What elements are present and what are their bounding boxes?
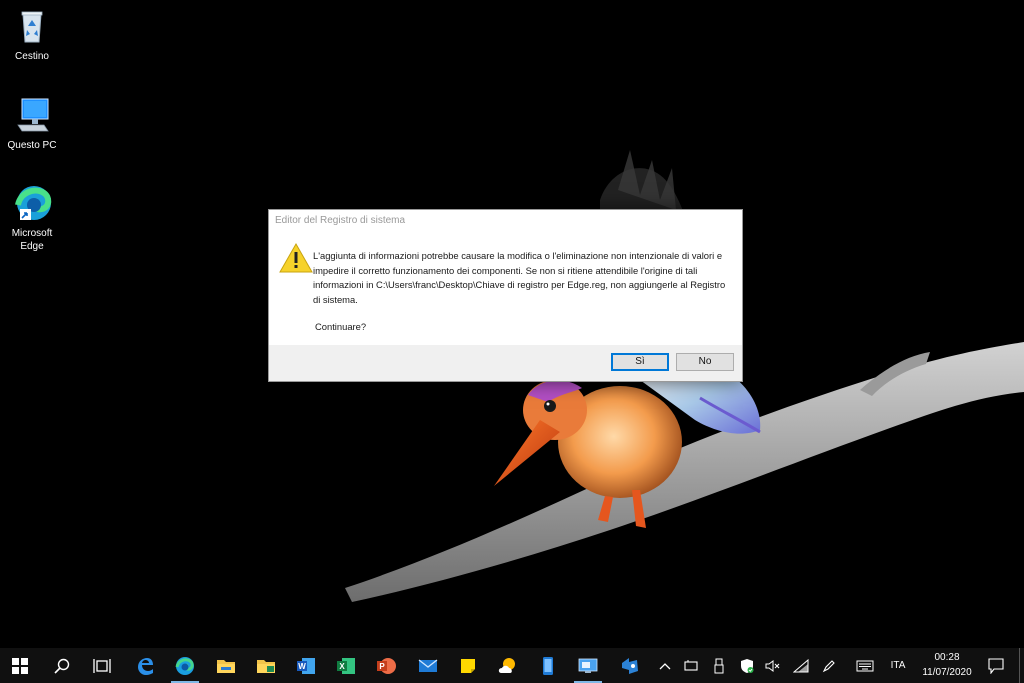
keyboard-icon xyxy=(856,660,874,671)
start-button[interactable] xyxy=(0,648,40,683)
action-center-button[interactable] xyxy=(984,648,1008,683)
taskbar-sticky-notes[interactable] xyxy=(448,648,488,683)
edge-icon xyxy=(12,183,52,223)
pen-workspace-icon xyxy=(822,659,835,672)
tray-pen[interactable] xyxy=(818,648,840,683)
excel-icon: X xyxy=(337,657,355,674)
svg-text:X: X xyxy=(339,662,345,671)
task-view-icon xyxy=(93,658,111,673)
search-button[interactable] xyxy=(42,648,82,683)
start-icon xyxy=(12,657,28,674)
taskbar-powerpoint[interactable]: P xyxy=(366,648,406,683)
desktop: Cestino Questo PC Microsoft Edge Editor … xyxy=(0,0,1024,648)
desktop-icon-microsoft-edge[interactable]: Microsoft Edge xyxy=(2,183,62,253)
tray-volume[interactable] xyxy=(762,648,784,683)
no-button[interactable]: No xyxy=(676,353,734,371)
edge-icon xyxy=(175,656,194,675)
windows-security-icon xyxy=(741,658,754,673)
yes-button[interactable]: Sì xyxy=(611,353,669,371)
dialog-question: Continuare? xyxy=(315,321,367,332)
taskbar-file-explorer-2[interactable] xyxy=(246,648,286,683)
powerpoint-icon: P xyxy=(377,657,396,674)
taskbar: W X P ITA 00:28 11/07/2020 xyxy=(0,648,1024,683)
language-indicator[interactable]: ITA xyxy=(884,660,912,671)
taskbar-edge-legacy[interactable] xyxy=(125,648,165,683)
usb-drive-icon xyxy=(714,658,724,673)
remote-desktop-icon xyxy=(578,658,598,673)
edge-legacy-icon xyxy=(138,657,153,675)
weather-icon xyxy=(498,657,515,673)
taskbar-azure-devops[interactable] xyxy=(610,648,650,683)
desktop-icon-label: Cestino xyxy=(15,51,49,62)
azure-devops-icon xyxy=(622,657,638,674)
computer-icon xyxy=(12,95,52,135)
notification-icon xyxy=(988,657,1004,674)
show-hidden-icons-button[interactable] xyxy=(654,648,676,683)
svg-text:W: W xyxy=(298,662,306,671)
registry-editor-dialog: Editor del Registro di sistema L'aggiunt… xyxy=(268,209,743,382)
chevron-up-icon xyxy=(659,662,671,669)
desktop-icon-recycle-bin[interactable]: Cestino xyxy=(2,6,62,63)
desktop-icon-label: Microsoft Edge xyxy=(11,228,53,252)
dialog-title: Editor del Registro di sistema xyxy=(275,215,406,226)
taskbar-remote-desktop[interactable] xyxy=(568,648,608,683)
taskbar-your-phone[interactable] xyxy=(528,648,568,683)
recycle-bin-icon xyxy=(12,6,52,46)
tray-wifi[interactable] xyxy=(790,648,812,683)
svg-text:P: P xyxy=(379,662,385,671)
file-explorer-2-icon xyxy=(257,659,275,673)
file-explorer-icon xyxy=(217,659,235,673)
volume-muted-icon xyxy=(765,659,780,672)
search-icon xyxy=(54,658,70,674)
tray-touch-keyboard[interactable] xyxy=(852,648,878,683)
show-desktop-button[interactable] xyxy=(1019,648,1020,683)
wifi-icon xyxy=(793,658,809,672)
tray-usb[interactable] xyxy=(708,648,730,683)
task-view-button[interactable] xyxy=(82,648,122,683)
tablet-mode-icon xyxy=(684,659,698,671)
dialog-message: L'aggiunta di informazioni potrebbe caus… xyxy=(313,250,726,305)
clock-time[interactable]: 00:28 xyxy=(918,652,976,663)
warning-icon xyxy=(279,242,313,274)
taskbar-file-explorer[interactable] xyxy=(206,648,246,683)
desktop-icon-label: Questo PC xyxy=(7,140,57,151)
taskbar-word[interactable]: W xyxy=(286,648,326,683)
tray-security[interactable] xyxy=(736,648,758,683)
taskbar-weather[interactable] xyxy=(488,648,528,683)
mail-icon xyxy=(418,658,438,672)
dialog-footer: Sì No xyxy=(269,345,742,381)
sticky-notes-icon xyxy=(461,658,475,673)
phone-icon xyxy=(543,656,553,675)
desktop-icon-this-pc[interactable]: Questo PC xyxy=(2,95,62,152)
taskbar-excel[interactable]: X xyxy=(326,648,366,683)
word-icon: W xyxy=(297,657,315,674)
taskbar-edge[interactable] xyxy=(165,648,205,683)
clock-date[interactable]: 11/07/2020 xyxy=(918,667,976,678)
tray-device[interactable] xyxy=(680,648,702,683)
taskbar-mail[interactable] xyxy=(408,648,448,683)
